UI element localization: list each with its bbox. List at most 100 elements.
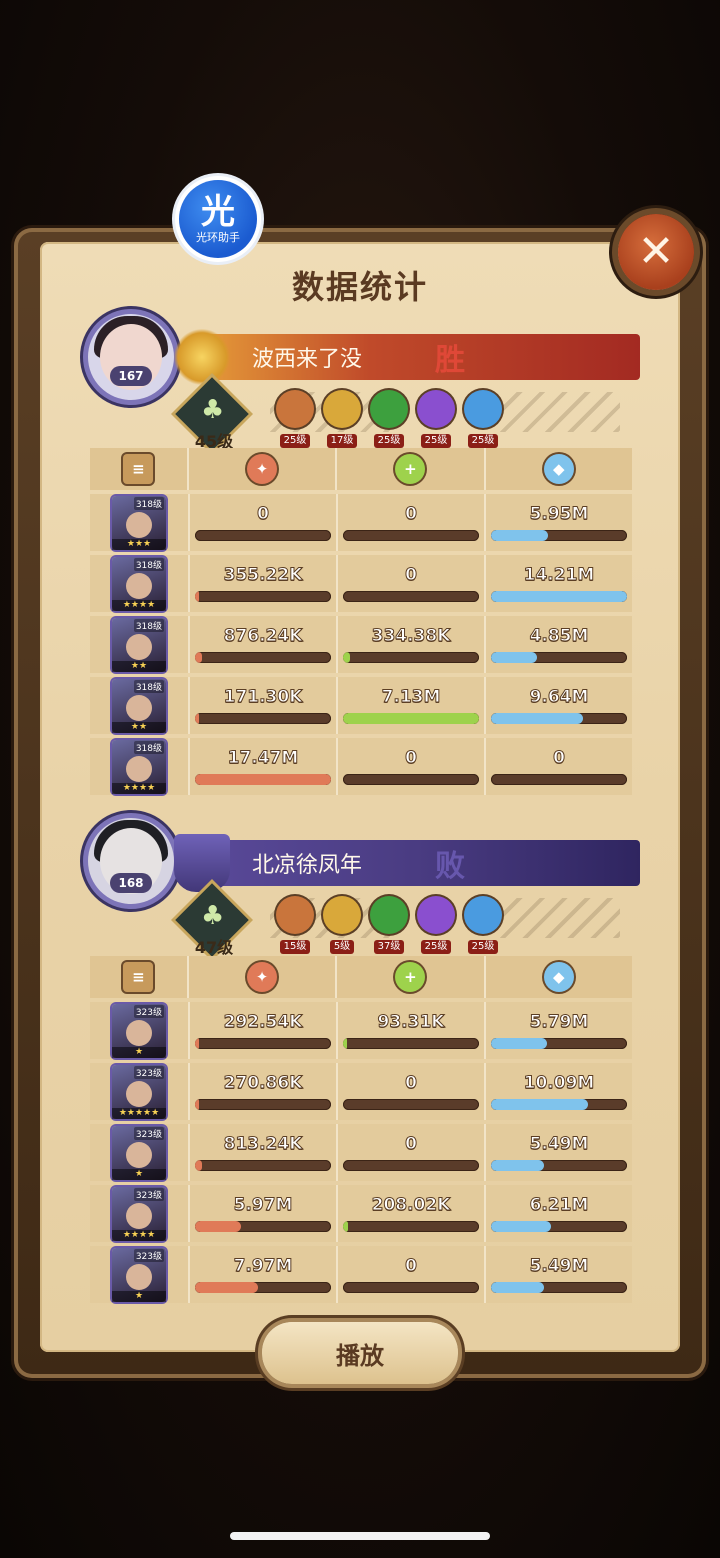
damage-cell: 17.47M [190, 738, 336, 795]
furniture-slot[interactable]: 25级 [274, 390, 316, 448]
shield-value: 6.21M [529, 1195, 589, 1216]
healing-cell: 0 [338, 1124, 484, 1181]
furniture-icon [417, 390, 455, 428]
furniture-slot[interactable]: 25级 [415, 390, 457, 448]
damage-cell: 355.22K [190, 555, 336, 612]
hero-cell: 318级 ★★ [90, 677, 188, 734]
result-label: 胜 [435, 343, 465, 378]
hero-portrait[interactable]: 318级 ★★★ [112, 495, 166, 550]
hero-level: 318级 [133, 496, 164, 510]
hero-stars: ★★★★★ [112, 1107, 166, 1119]
hero-face [126, 511, 152, 538]
furniture-icon [276, 390, 314, 428]
hero-portrait[interactable]: 323级 ★ [112, 1247, 166, 1302]
healing-bar [343, 1221, 479, 1232]
healing-cell: 7.13M [338, 677, 484, 734]
damage-bar [195, 1282, 331, 1293]
damage-bar [195, 713, 331, 724]
hero-face [126, 1202, 152, 1229]
furniture-level: 37级 [373, 940, 405, 954]
shield-bar-fill [491, 1282, 545, 1293]
hero-portrait[interactable]: 318级 ★★★★ [112, 556, 166, 611]
hero-stars: ★★★★ [112, 599, 166, 611]
furniture-level: 25级 [420, 434, 452, 448]
damage-bar [195, 774, 331, 785]
furniture-level: 25级 [467, 940, 499, 954]
page-title: 数据统计 [291, 268, 428, 306]
hero-cell: 323级 ★ [90, 1246, 188, 1303]
healing-bar-fill [343, 1221, 349, 1232]
furniture-level: 5级 [329, 940, 355, 954]
damage-bar-fill [195, 774, 331, 785]
hero-face [126, 633, 152, 660]
damage-value: 876.24K [223, 626, 303, 647]
hero-portrait[interactable]: 323级 ★★★★ [112, 1186, 166, 1241]
shield-value: 5.49M [529, 1134, 589, 1155]
furniture-slot[interactable]: 25级 [462, 390, 504, 448]
hero-cell: 323级 ★ [90, 1002, 188, 1059]
furniture-slot[interactable]: 25级 [415, 896, 457, 954]
shield-cell: 5.79M [486, 1002, 632, 1059]
hero-portrait[interactable]: 323级 ★★★★★ [112, 1064, 166, 1119]
damage-value: 292.54K [223, 1012, 303, 1033]
furniture-slot[interactable]: 37级 [368, 896, 410, 954]
healing-bar-fill [343, 652, 350, 663]
player-avatar[interactable] [88, 314, 174, 400]
player-level: 168 [110, 873, 152, 893]
shield-cell: 9.64M [486, 677, 632, 734]
furniture-list: 25级 17级 25级 25级 25级 [274, 390, 504, 448]
damage-cell: 7.97M [190, 1246, 336, 1303]
furniture-slot[interactable]: 25级 [368, 390, 410, 448]
furniture-icon [464, 896, 502, 934]
close-button[interactable]: ✕ [618, 214, 694, 290]
furniture-level: 25级 [420, 940, 452, 954]
furniture-icon [323, 390, 361, 428]
play-button[interactable]: 播放 [262, 1322, 458, 1384]
tree-icon: ♣ [201, 901, 225, 931]
furniture-slot[interactable]: 15级 [274, 896, 316, 954]
close-icon: ✕ [637, 226, 675, 277]
damage-value: 355.22K [223, 565, 303, 586]
hero-stat-row: 323级 ★ 7.97M 0 5.49M [90, 1246, 632, 1303]
hero-face [126, 1263, 152, 1290]
healing-bar-fill [343, 713, 479, 724]
player-name: 北凉徐凤年 [252, 853, 363, 878]
healing-cell: 0 [338, 494, 484, 551]
shield-icon: ◆ [543, 962, 574, 992]
hero-level: 318级 [133, 740, 164, 754]
shield-icon: ◆ [543, 454, 574, 484]
hero-portrait[interactable]: 318级 ★★ [112, 678, 166, 733]
hero-portrait[interactable]: 323级 ★ [112, 1003, 166, 1058]
furniture-slot[interactable]: 25级 [462, 896, 504, 954]
healing-bar [343, 1160, 479, 1171]
hero-level: 318级 [133, 679, 164, 693]
hero-face [126, 1080, 152, 1107]
shield-bar-fill [491, 530, 549, 541]
healing-bar [343, 652, 479, 663]
home-indicator[interactable] [230, 1532, 490, 1540]
shield-bar-fill [491, 591, 627, 602]
player-name: 波西来了没 [252, 347, 363, 372]
healing-cell: 0 [338, 738, 484, 795]
hero-column-header: ≡ [90, 956, 187, 998]
furniture-slot[interactable]: 17级 [321, 390, 363, 448]
hero-portrait[interactable]: 318级 ★★★★ [112, 739, 166, 794]
shield-cell: 5.49M [486, 1246, 632, 1303]
damage-cell: 270.86K [190, 1063, 336, 1120]
hero-cell: 323级 ★★★★★ [90, 1063, 188, 1120]
furniture-level: 25级 [373, 434, 405, 448]
damage-value: 0 [257, 504, 270, 525]
healing-bar [343, 591, 479, 602]
damage-cell: 171.30K [190, 677, 336, 734]
hero-portrait[interactable]: 318级 ★★ [112, 617, 166, 672]
hero-stat-row: 318级 ★★★★ 17.47M 0 0 [90, 738, 632, 795]
overlay-assistant-badge[interactable]: 光 光环助手 [175, 176, 261, 262]
furniture-icon [276, 896, 314, 934]
hero-portrait[interactable]: 323级 ★ [112, 1125, 166, 1180]
healing-bar-fill [343, 1038, 347, 1049]
shield-value: 4.85M [529, 626, 589, 647]
healing-value: 93.31K [377, 1012, 445, 1033]
damage-bar-fill [195, 1282, 258, 1293]
result-label: 败 [435, 849, 465, 884]
furniture-slot[interactable]: 5级 [321, 896, 363, 954]
